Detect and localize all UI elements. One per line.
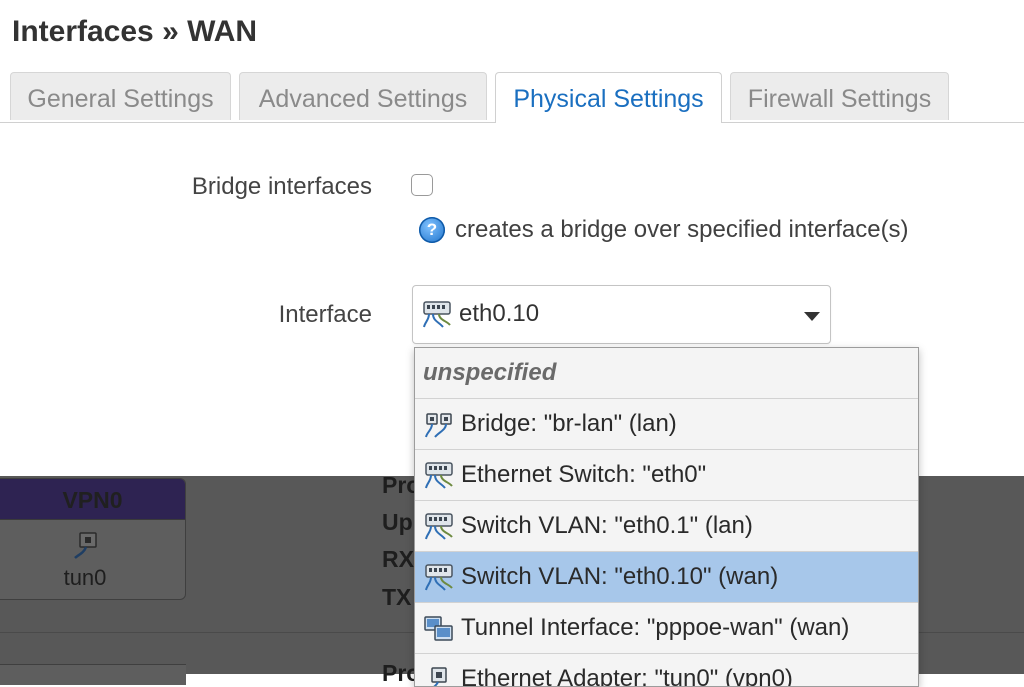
protocol-label: Pro <box>382 472 416 498</box>
bridge-help-text: creates a bridge over specified interfac… <box>455 216 909 243</box>
dropdown-option-label: Tunnel Interface: "pppoe-wan" (wan) <box>461 614 850 641</box>
tab-physical-settings[interactable]: Physical Settings <box>495 72 722 123</box>
ethernet-switch-icon <box>423 461 455 496</box>
interface-label: Interface <box>278 301 372 328</box>
dropdown-option-label: unspecified <box>423 359 557 386</box>
tab-general-settings[interactable]: General Settings <box>10 72 231 120</box>
next-interface-card[interactable] <box>0 664 186 685</box>
ethernet-adapter-icon <box>72 531 102 566</box>
vpn0-card-title: VPN0 <box>0 479 185 520</box>
help-icon: ? <box>419 217 445 243</box>
dropdown-option-ethernet-adapter-tun0[interactable]: Ethernet Adapter: "tun0" (vpn0) <box>415 654 918 687</box>
dropdown-option-tunnel-pppoe-wan[interactable]: Tunnel Interface: "pppoe-wan" (wan) <box>415 603 918 654</box>
tab-bar: General Settings Advanced Settings Physi… <box>0 72 1024 123</box>
rx-label: RX <box>382 546 414 572</box>
dropdown-option-label: Switch VLAN: "eth0.1" (lan) <box>461 512 753 539</box>
interface-select[interactable]: eth0.10 <box>412 285 831 344</box>
vpn0-interface-card[interactable]: VPN0 tun0 <box>0 478 186 600</box>
bridge-icon <box>423 410 455 445</box>
page-title: Interfaces » WAN <box>12 15 258 48</box>
dropdown-option-ethernet-switch-eth0[interactable]: Ethernet Switch: "eth0" <box>415 450 918 501</box>
tab-advanced-settings[interactable]: Advanced Settings <box>239 72 487 120</box>
bridge-interfaces-checkbox[interactable] <box>411 174 433 196</box>
dropdown-option-label: Ethernet Switch: "eth0" <box>461 461 707 488</box>
dropdown-option-label: Bridge: "br-lan" (lan) <box>461 410 677 437</box>
dropdown-option-label: Switch VLAN: "eth0.10" (wan) <box>461 563 779 590</box>
ethernet-switch-icon <box>421 300 453 335</box>
vpn0-device-name: tun0 <box>63 565 107 590</box>
dropdown-option-bridge-br-lan[interactable]: Bridge: "br-lan" (lan) <box>415 399 918 450</box>
bridge-interfaces-label: Bridge interfaces <box>191 173 372 200</box>
chevron-down-icon <box>804 312 820 321</box>
tunnel-icon <box>423 614 455 649</box>
ethernet-switch-icon <box>423 512 455 547</box>
uptime-label: Up <box>382 509 413 535</box>
dropdown-option-switch-vlan-eth0-10[interactable]: Switch VLAN: "eth0.10" (wan) <box>415 552 918 603</box>
interface-dropdown-list: unspecified Bridge: "br-lan" (lan) Ether… <box>414 347 919 687</box>
tab-firewall-settings[interactable]: Firewall Settings <box>730 72 949 120</box>
dropdown-option-label: Ethernet Adapter: "tun0" (vpn0) <box>461 665 793 687</box>
dropdown-option-switch-vlan-eth0-1[interactable]: Switch VLAN: "eth0.1" (lan) <box>415 501 918 552</box>
interface-select-value: eth0.10 <box>459 300 540 327</box>
ethernet-adapter-icon <box>423 665 455 686</box>
bridge-help: ? creates a bridge over specified interf… <box>419 216 909 244</box>
ethernet-switch-icon <box>423 563 455 598</box>
dropdown-option-unspecified[interactable]: unspecified <box>415 348 918 399</box>
tx-label: TX <box>382 584 412 610</box>
